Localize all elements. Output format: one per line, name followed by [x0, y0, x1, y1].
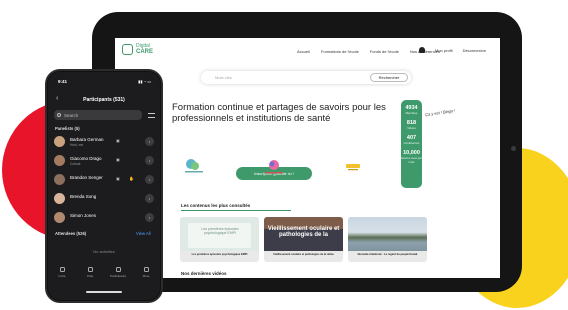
- partner-logo-3[interactable]: [342, 158, 364, 176]
- card-caption-3: Nouvelle-Calédonie : Le regard du peuple…: [357, 253, 418, 256]
- stat-videos-label: Vidéos: [407, 126, 416, 130]
- mic-button[interactable]: •: [145, 194, 154, 203]
- participants-title: Participants (531): [83, 97, 125, 103]
- no-activities-text: No activities: [93, 249, 115, 254]
- card-caption-1: Les premières épisodes psychologique EMP…: [191, 253, 248, 256]
- stat-hours-label: Heures vues par mois: [401, 156, 422, 164]
- search-bar: Mots clés Rechercher: [201, 71, 411, 84]
- avatar: [54, 212, 65, 223]
- section-title-most-viewed: Les contenus les plus consultés: [181, 203, 251, 208]
- camera-icon: ▣: [116, 157, 120, 162]
- panelist-name: Brenda Song: [70, 194, 97, 199]
- search-input[interactable]: Mots clés: [215, 75, 232, 80]
- notification-bell-icon[interactable]: [419, 47, 425, 53]
- attendees-heading: Attendees (526): [55, 231, 87, 236]
- chat-icon: [87, 267, 93, 272]
- card-thumb-text-1: Les premières épisodes psychologique EMP…: [201, 227, 239, 236]
- tab-label: More: [142, 274, 150, 278]
- mic-button[interactable]: •: [145, 213, 154, 222]
- hero-title: Formation continue et partages de savoir…: [172, 102, 386, 124]
- status-time: 9:41: [58, 79, 68, 84]
- panelist-name: Giacomo Drago: [70, 156, 102, 161]
- card-thumbnail-2: Vieillissement oculaire et pathologies d…: [264, 217, 343, 251]
- nav-profile-link[interactable]: Mon profil: [435, 48, 453, 53]
- panelist-role: Host, me: [70, 142, 84, 147]
- tab-label: Chat: [86, 274, 94, 278]
- section-underline: [181, 210, 291, 211]
- mic-button[interactable]: •: [145, 175, 154, 184]
- panelist-row[interactable]: Brandon Senger ▣ ✋ •: [54, 173, 154, 187]
- logo-icon: [122, 43, 133, 55]
- panelist-name: Brandon Senger: [70, 175, 103, 180]
- phone-screen: 9:41 ▮▮ ◔ ▭ ‹ Participants (531) Search …: [48, 72, 160, 300]
- stats-panel: 4934 Membres 818 Vidéos 407 Conférences 10,…: [401, 100, 422, 188]
- tab-invite[interactable]: Invite: [52, 264, 72, 286]
- avatar: [54, 174, 65, 185]
- nav-link-fonds[interactable]: Fonds de l'école: [370, 49, 399, 54]
- nav-logout-link[interactable]: Déconnexion: [463, 48, 486, 53]
- nav-link-accueil[interactable]: Accueil: [297, 49, 310, 54]
- panelist-name: Simon Jones: [70, 213, 97, 218]
- tab-chat[interactable]: Chat: [80, 264, 100, 286]
- tablet-camera: [511, 146, 516, 151]
- handwritten-note: Ça y est ! Bingo !: [424, 107, 456, 118]
- avatar: [54, 193, 65, 204]
- panelist-row[interactable]: Barbara German Host, me ▣ •: [54, 135, 154, 149]
- search-button[interactable]: Rechercher: [370, 73, 408, 82]
- bottom-tab-bar: Invite Chat Participants More: [48, 264, 160, 286]
- avatar: [54, 155, 65, 166]
- top-navigation: Digital CARE Accueil Formations de l'éco…: [115, 38, 500, 64]
- mic-button[interactable]: •: [145, 137, 154, 146]
- panelist-name: Barbara German: [70, 137, 104, 142]
- partner-logo-1[interactable]: [183, 158, 205, 176]
- camera-icon: ▣: [116, 176, 120, 181]
- tab-more[interactable]: More: [136, 264, 156, 286]
- mic-button[interactable]: •: [145, 156, 154, 165]
- view-all-link[interactable]: View All: [136, 231, 151, 236]
- hand-icon: ✋: [129, 176, 134, 181]
- filter-icon[interactable]: [148, 113, 155, 118]
- card-thumb-text-2: Vieillissement oculaire et pathologies d…: [267, 226, 340, 239]
- content-card-2[interactable]: Vieillissement oculaire et pathologies d…: [264, 217, 343, 262]
- invite-icon: [59, 267, 65, 272]
- panelist-row[interactable]: Brenda Song •: [54, 192, 154, 206]
- panelist-role: Cohost: [70, 161, 81, 166]
- participants-icon: [115, 267, 121, 272]
- nav-link-formations[interactable]: Formations de l'école: [321, 49, 359, 54]
- home-indicator: [86, 291, 122, 293]
- status-icons: ▮▮ ◔ ▭: [138, 79, 151, 84]
- stat-members-label: Membres: [405, 111, 418, 115]
- section-title-latest-videos: Nos dernières vidéos: [181, 271, 227, 276]
- tab-participants[interactable]: Participants: [108, 264, 128, 286]
- site-logo[interactable]: Digital CARE: [122, 43, 153, 55]
- search-icon: [57, 113, 61, 117]
- participant-search-input[interactable]: Search: [54, 110, 142, 120]
- stat-conferences-label: Conférences: [403, 141, 420, 145]
- panelist-row[interactable]: Giacomo Drago Cohost ▣ •: [54, 154, 154, 168]
- card-caption-2: Vieillissement oculaire et pathologies d…: [273, 253, 334, 256]
- camera-icon: ▣: [116, 138, 120, 143]
- content-card-3[interactable]: Nouvelle-Calédonie : Le regard du peuple…: [348, 217, 427, 262]
- tablet-screen: Digital CARE Accueil Formations de l'éco…: [115, 38, 500, 278]
- logo-line2: CARE: [136, 49, 154, 55]
- panelist-row[interactable]: Simon Jones •: [54, 211, 154, 225]
- avatar: [54, 136, 65, 147]
- search-placeholder: Search: [64, 112, 79, 118]
- card-thumbnail-3: [348, 217, 427, 251]
- tab-label: Participants: [110, 274, 126, 278]
- panelists-heading: Panelists (5): [55, 126, 80, 131]
- tab-label: Invite: [58, 274, 66, 278]
- partner-logo-2[interactable]: [263, 158, 285, 176]
- card-thumbnail-1: Les premières épisodes psychologique EMP…: [180, 217, 259, 251]
- more-icon: [143, 267, 149, 272]
- content-card-1[interactable]: Les premières épisodes psychologique EMP…: [180, 217, 259, 262]
